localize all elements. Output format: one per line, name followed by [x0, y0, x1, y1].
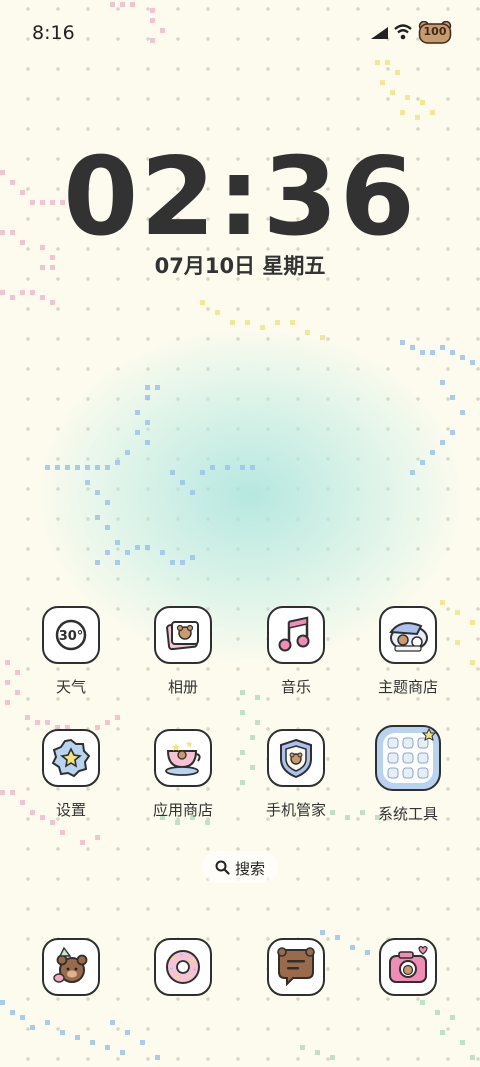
app-label: 应用商店	[152, 801, 213, 819]
app-label: 音乐	[280, 678, 311, 696]
gallery-icon	[154, 606, 212, 664]
dock-messages[interactable]	[133, 938, 233, 996]
app-music[interactable]: 音乐	[246, 606, 346, 697]
app-settings[interactable]: 设置	[21, 729, 121, 820]
app-phone-manager[interactable]: 手机管家	[246, 729, 346, 820]
app-label: 相册	[167, 678, 198, 696]
lockscreen-date[interactable]: 07月10日 星期五	[0, 250, 480, 280]
phone-icon	[42, 938, 100, 996]
battery-indicator: 100	[418, 21, 452, 45]
app-store[interactable]: 应用商店	[133, 729, 233, 820]
app-label: 主题商店	[377, 678, 438, 696]
chat-icon	[267, 938, 325, 996]
status-bar: 8:16 100	[0, 0, 480, 66]
search-icon	[215, 860, 230, 875]
folder-system-tools[interactable]: 系统工具	[358, 725, 458, 824]
cellular-signal-icon	[371, 27, 388, 39]
settings-icon	[42, 729, 100, 787]
weather-temperature: 30°	[59, 629, 84, 644]
lockscreen-clock[interactable]: 02:36	[0, 138, 480, 258]
system-tools-folder-icon	[375, 725, 441, 791]
app-gallery[interactable]: 相册	[133, 606, 233, 697]
app-label: 系统工具	[377, 805, 438, 823]
phone-manager-icon	[267, 729, 325, 787]
camera-icon	[379, 938, 437, 996]
wifi-icon	[394, 24, 412, 40]
dock-phone[interactable]	[21, 938, 121, 996]
app-label: 手机管家	[265, 801, 326, 819]
weather-icon: 30°	[42, 606, 100, 664]
app-label: 天气	[55, 678, 86, 696]
app-theme-store[interactable]: 主题商店	[358, 606, 458, 697]
app-weather[interactable]: 30° 天气	[21, 606, 121, 697]
status-time: 8:16	[32, 22, 75, 44]
search-label: 搜索	[235, 860, 266, 878]
search-button[interactable]: 搜索	[202, 851, 278, 883]
music-icon	[267, 606, 325, 664]
app-store-icon	[154, 729, 212, 787]
dock-camera[interactable]	[358, 938, 458, 996]
theme-store-icon	[379, 606, 437, 664]
battery-level: 100	[423, 25, 447, 38]
dock-chat[interactable]	[246, 938, 346, 996]
app-label: 设置	[55, 801, 86, 819]
messages-icon	[154, 938, 212, 996]
